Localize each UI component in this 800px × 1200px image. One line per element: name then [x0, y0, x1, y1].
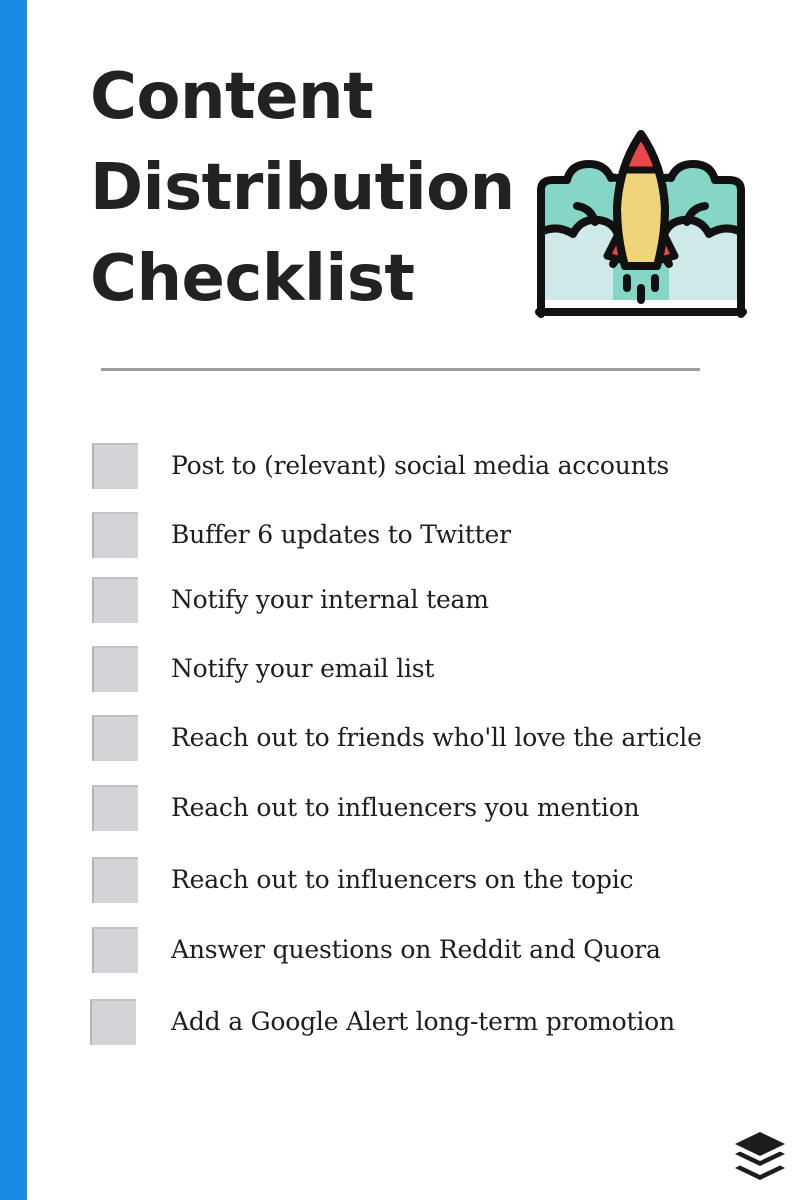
checklist-item-label: Add a Google Alert long-term promotion	[171, 1007, 675, 1036]
logo-layer-top	[735, 1132, 785, 1156]
checklist-item[interactable]: Reach out to friends who'll love the art…	[92, 714, 732, 761]
checklist-item-label: Reach out to influencers on the topic	[171, 865, 634, 894]
buffer-logo-icon	[735, 1132, 785, 1180]
checklist: Post to (relevant) social media accounts…	[0, 0, 800, 1200]
checkbox[interactable]	[92, 714, 138, 761]
checklist-item[interactable]: Notify your email list	[92, 645, 732, 692]
checklist-item[interactable]: Notify your internal team	[92, 576, 732, 623]
checkbox[interactable]	[92, 576, 138, 623]
checklist-item[interactable]: Answer questions on Reddit and Quora	[92, 926, 732, 973]
checklist-item-label: Notify your email list	[171, 654, 435, 683]
checklist-item-label: Reach out to influencers you mention	[171, 793, 640, 822]
checkbox[interactable]	[92, 856, 138, 903]
checklist-item-label: Answer questions on Reddit and Quora	[171, 935, 661, 964]
checklist-item-label: Reach out to friends who'll love the art…	[171, 723, 702, 752]
checkbox[interactable]	[92, 926, 138, 973]
checklist-item[interactable]: Reach out to influencers you mention	[92, 784, 732, 831]
checklist-item[interactable]: Buffer 6 updates to Twitter	[92, 511, 732, 558]
logo-layer-bottom	[735, 1165, 785, 1180]
checklist-item[interactable]: Post to (relevant) social media accounts	[92, 442, 732, 489]
checkbox[interactable]	[92, 784, 138, 831]
checkbox[interactable]	[90, 998, 136, 1045]
checkbox[interactable]	[92, 645, 138, 692]
checklist-item-label: Notify your internal team	[171, 585, 489, 614]
checklist-item[interactable]: Add a Google Alert long-term promotion	[90, 998, 730, 1045]
checkbox[interactable]	[92, 442, 138, 489]
checklist-item-label: Post to (relevant) social media accounts	[171, 451, 670, 480]
checkbox[interactable]	[92, 511, 138, 558]
checklist-item[interactable]: Reach out to influencers on the topic	[92, 856, 732, 903]
checklist-item-label: Buffer 6 updates to Twitter	[171, 520, 511, 549]
